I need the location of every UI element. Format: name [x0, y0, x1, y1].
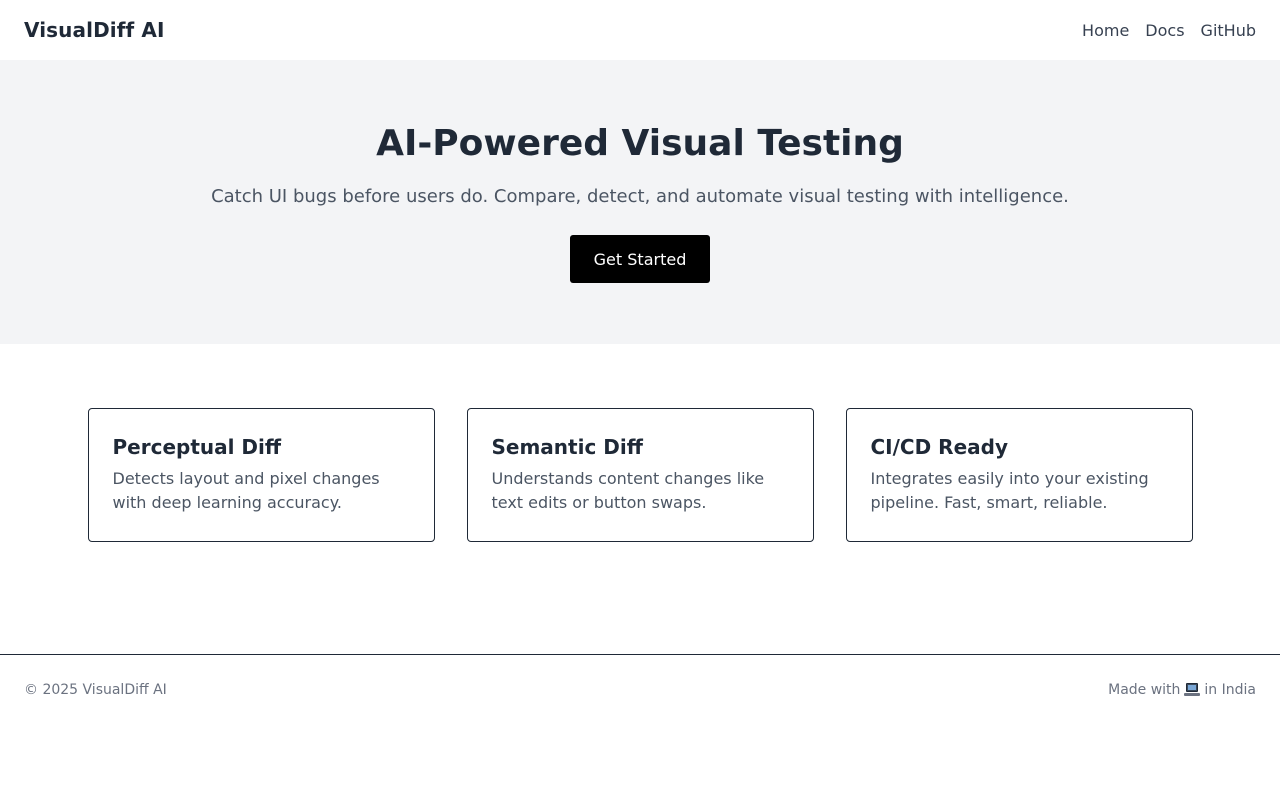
footer-made-with: Made with in India [1108, 682, 1256, 698]
footer: © 2025 VisualDiff AI Made with in India [0, 654, 1280, 724]
hero-title: AI-Powered Visual Testing [376, 123, 904, 164]
feature-card-cicd-ready: CI/CD Ready Integrates easily into your … [845, 408, 1193, 542]
brand-logo[interactable]: VisualDiff AI [24, 18, 165, 42]
get-started-button[interactable]: Get Started [570, 235, 710, 283]
footer-copyright: © 2025 VisualDiff AI [24, 681, 167, 698]
feature-card-title: Perceptual Diff [112, 435, 282, 459]
navbar: VisualDiff AI Home Docs GitHub [0, 0, 1280, 60]
nav-link-docs[interactable]: Docs [1145, 21, 1184, 40]
feature-card-description: Detects layout and pixel changes with de… [112, 469, 380, 512]
hero-section: AI-Powered Visual Testing Catch UI bugs … [0, 60, 1280, 344]
nav-link-home[interactable]: Home [1082, 21, 1129, 40]
made-with-prefix: Made with [1108, 681, 1181, 698]
feature-card-title: CI/CD Ready [870, 435, 1008, 459]
feature-card-description: Understands content changes like text ed… [491, 469, 765, 512]
feature-card-description: Integrates easily into your existing pip… [870, 469, 1149, 512]
nav-link-github[interactable]: GitHub [1201, 21, 1256, 40]
feature-card-semantic-diff: Semantic Diff Understands content change… [466, 408, 814, 542]
feature-card-title: Semantic Diff [491, 435, 643, 459]
features-section: Perceptual Diff Detects layout and pixel… [0, 344, 1280, 654]
made-with-suffix: in India [1204, 681, 1256, 698]
laptop-icon [1184, 683, 1201, 696]
feature-card-perceptual-diff: Perceptual Diff Detects layout and pixel… [87, 408, 435, 542]
nav-links: Home Docs GitHub [1082, 21, 1256, 40]
hero-subtitle: Catch UI bugs before users do. Compare, … [211, 186, 1069, 207]
